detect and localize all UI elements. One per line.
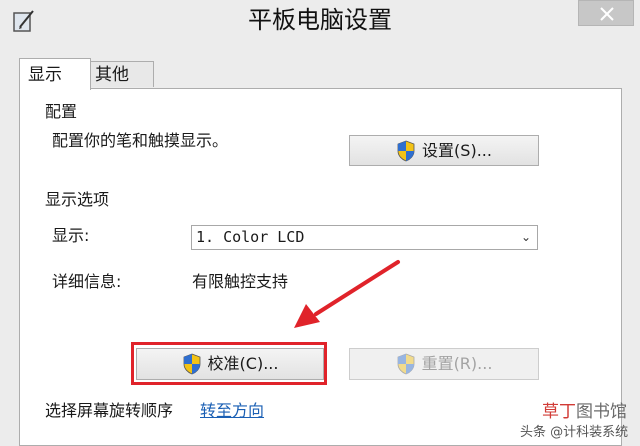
watermark: 草丁图书馆 头条 @计科装系统 — [518, 400, 640, 446]
watermark-gray-text: 图书馆 — [576, 402, 627, 422]
watermark-line1: 草丁图书馆 — [542, 402, 627, 422]
annotation-arrow — [294, 260, 400, 328]
watermark-line2: 头条 @计科装系统 — [520, 425, 629, 440]
watermark-red-text: 草丁 — [542, 402, 576, 422]
